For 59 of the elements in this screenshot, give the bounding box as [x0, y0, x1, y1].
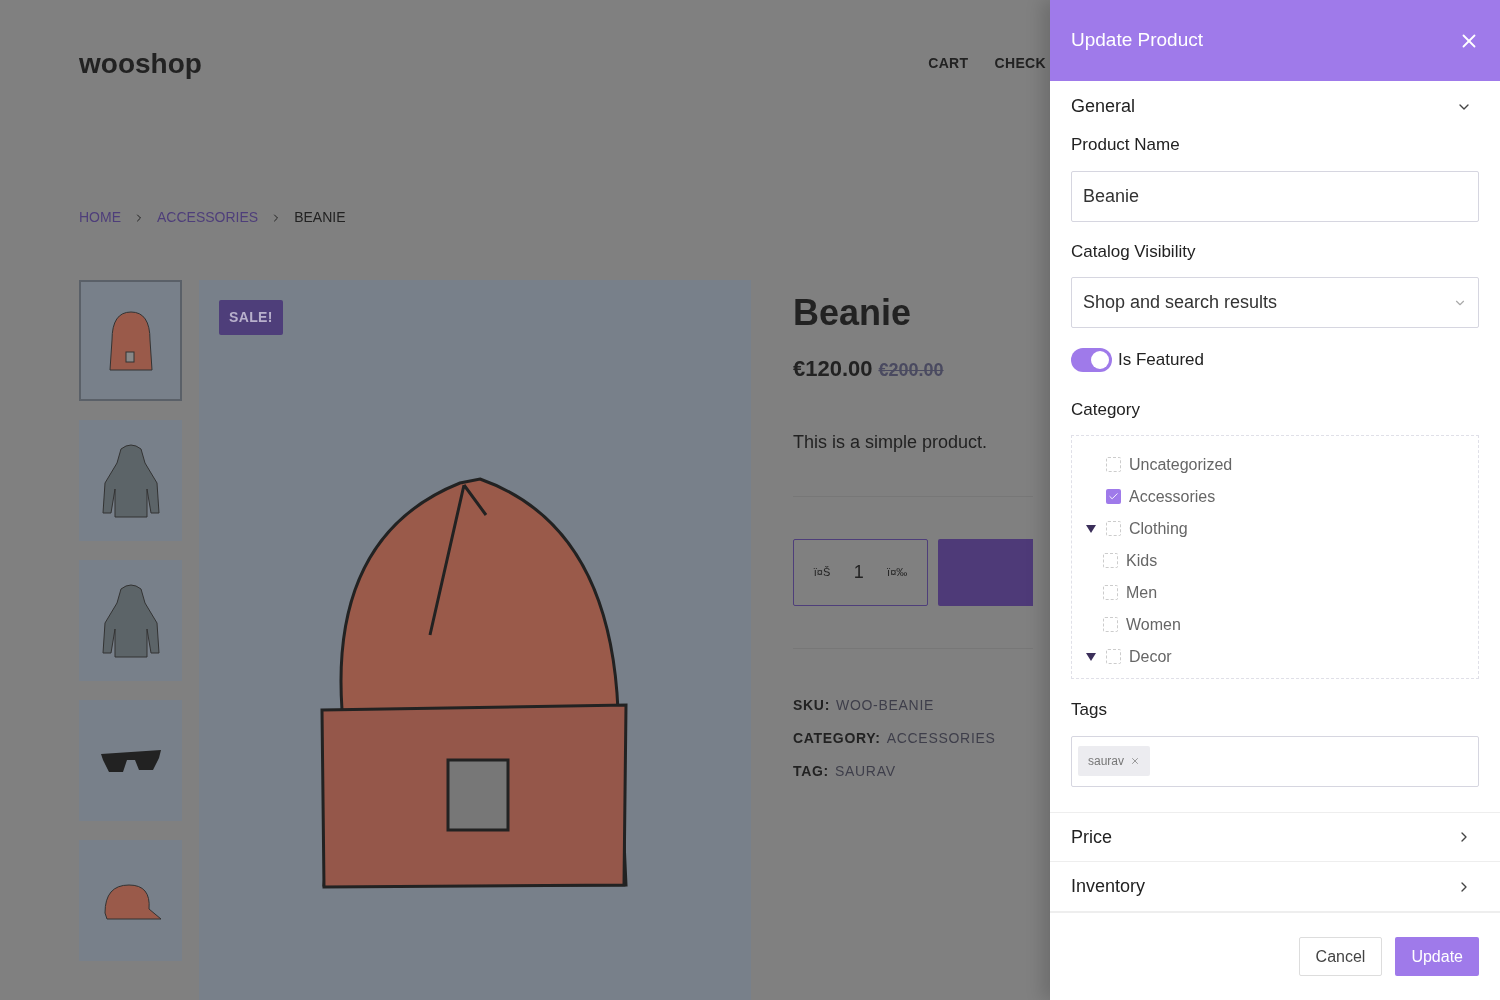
- site-logo[interactable]: wooshop: [79, 43, 202, 85]
- toggle-label: Is Featured: [1118, 349, 1204, 372]
- panel-title: Update Product: [1071, 28, 1204, 53]
- quantity-increase-glyph[interactable]: ï¤‰: [887, 564, 908, 581]
- tag-chip-label: saurav: [1088, 753, 1125, 771]
- category-label: Men: [1126, 582, 1158, 603]
- product-thumbnail[interactable]: [79, 840, 182, 961]
- cancel-button[interactable]: Cancel: [1298, 937, 1383, 976]
- section-header[interactable]: Price: [1071, 823, 1112, 851]
- field-label: Tags: [1071, 699, 1108, 722]
- category-checkbox[interactable]: [1106, 521, 1121, 537]
- meta-value: WOO-BEANIE: [836, 696, 935, 715]
- category-checkbox[interactable]: [1103, 585, 1118, 601]
- beanie-drawing: [107, 309, 154, 372]
- section-header[interactable]: Inventory: [1071, 873, 1146, 901]
- nav-link[interactable]: CHECK: [994, 52, 1046, 74]
- expand-triangle-icon[interactable]: [1086, 652, 1096, 661]
- breadcrumb-link[interactable]: BEANIE: [294, 207, 346, 228]
- category-label: Uncategorized: [1129, 454, 1233, 475]
- category-label: Clothing: [1129, 518, 1188, 539]
- sale-badge: SALE!: [219, 300, 283, 335]
- expand-triangle-icon[interactable]: [1086, 524, 1096, 533]
- product-thumbnail[interactable]: [79, 700, 182, 821]
- meta-value: ACCESSORIES: [886, 729, 996, 748]
- category-label: Decor: [1129, 646, 1172, 667]
- featured-toggle[interactable]: [1071, 347, 1112, 372]
- product-thumbnail[interactable]: [79, 560, 182, 681]
- breadcrumb-link[interactable]: HOME: [79, 207, 121, 228]
- category-checkbox[interactable]: [1103, 617, 1118, 633]
- sale-price: €120.00: [793, 355, 873, 383]
- meta-value: SAURAV: [835, 762, 896, 781]
- meta-label: TAG:: [793, 762, 829, 781]
- product-description: This is a simple product.: [793, 431, 989, 454]
- field-label: Catalog Visibility: [1071, 240, 1197, 263]
- meta-label: CATEGORY:: [793, 729, 881, 748]
- breadcrumb-link[interactable]: ACCESSORIES: [157, 207, 259, 228]
- visibility-select[interactable]: Shop and search results: [1071, 277, 1479, 329]
- meta-label: SKU:: [793, 696, 831, 715]
- field-label: Category: [1071, 398, 1141, 421]
- quantity-field[interactable]: ï¤Š 1 ï¤‰: [793, 539, 928, 606]
- quantity-decrease-glyph[interactable]: ï¤Š: [813, 564, 831, 581]
- quantity-value: 1: [853, 561, 864, 584]
- category-checkbox[interactable]: [1103, 553, 1118, 569]
- nav-link[interactable]: CART: [928, 52, 969, 74]
- tags-field[interactable]: saurav: [1071, 735, 1479, 787]
- field-label: Product Name: [1071, 134, 1181, 157]
- section-header[interactable]: General: [1071, 93, 1136, 121]
- update-button[interactable]: Update: [1395, 937, 1479, 976]
- category-label: Kids: [1126, 550, 1158, 571]
- category-checkbox[interactable]: [1106, 649, 1121, 665]
- product-thumbnail[interactable]: [79, 420, 182, 541]
- category-label: Women: [1126, 614, 1181, 635]
- product-thumbnail[interactable]: [79, 280, 182, 401]
- category-checkbox[interactable]: [1106, 489, 1121, 505]
- category-checkbox[interactable]: [1106, 457, 1121, 473]
- category-label: Accessories: [1129, 486, 1216, 507]
- product-title: Beanie: [793, 291, 913, 335]
- remove-tag-icon[interactable]: [1130, 756, 1141, 767]
- product-name-field[interactable]: Beanie: [1071, 170, 1479, 222]
